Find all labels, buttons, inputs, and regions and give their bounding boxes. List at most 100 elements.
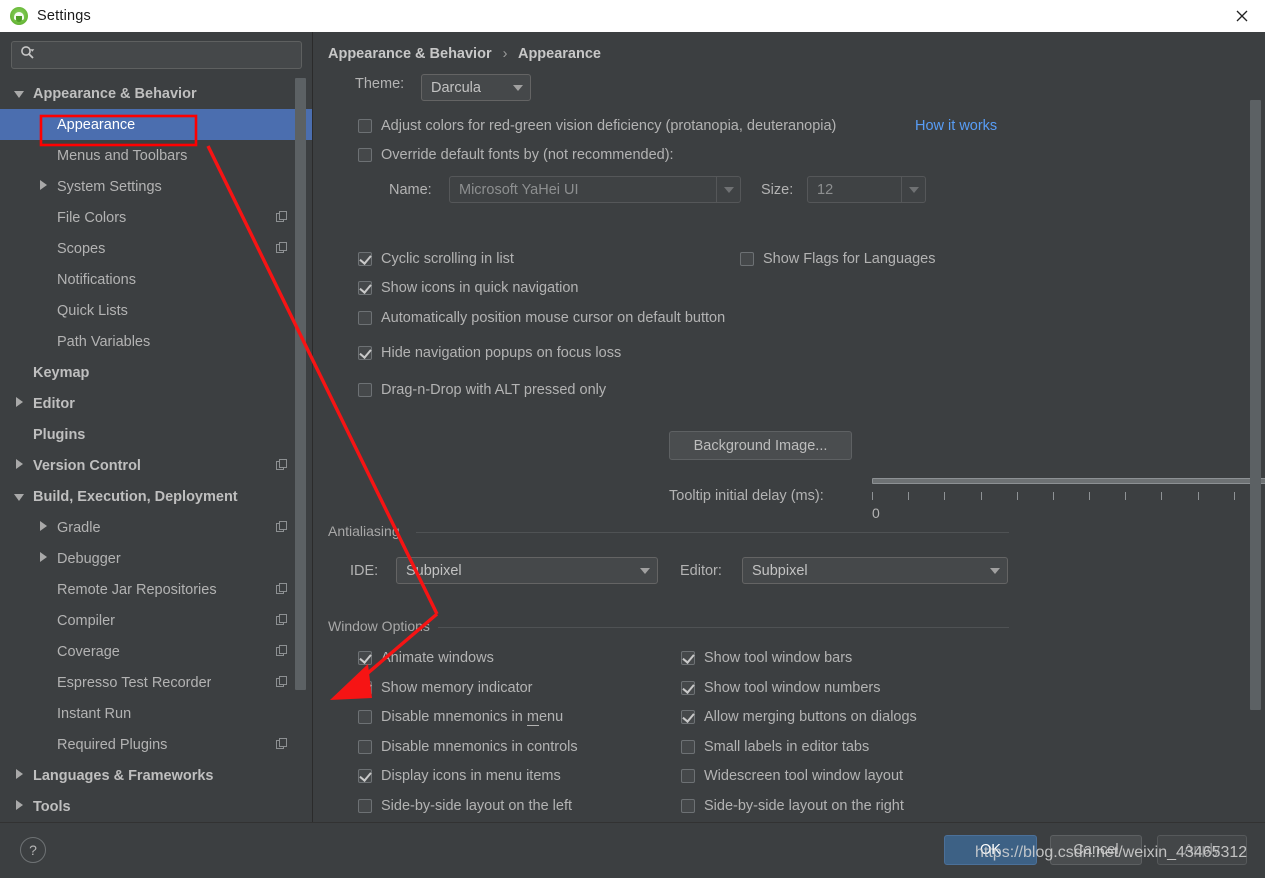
close-icon[interactable] [1219, 0, 1265, 32]
breadcrumb-parent[interactable]: Appearance & Behavior [328, 46, 492, 62]
checkbox-label: Show tool window numbers [704, 680, 881, 696]
sidebar-item-label: Path Variables [57, 333, 151, 350]
checkbox-label: Side-by-side layout on the right [704, 798, 904, 814]
checkbox-show-icons-in-quick-navigation[interactable]: Show icons in quick navigation [358, 280, 578, 296]
sidebar-item-build-execution-deployment[interactable]: Build, Execution, Deployment [0, 481, 312, 512]
sidebar-item-coverage[interactable]: Coverage [0, 636, 312, 667]
copy-settings-icon[interactable] [276, 614, 288, 626]
settings-tree[interactable]: Appearance & Behavior Appearance Menus and… [0, 78, 312, 822]
search-box[interactable] [11, 41, 302, 69]
font-size-select[interactable]: 12 [807, 176, 926, 203]
sidebar-item-label: Menus and Toolbars [57, 147, 188, 164]
antialiasing-title: Antialiasing [328, 523, 407, 539]
checkbox-disable-mnemonics-in-menu[interactable]: Disable mnemonics in menu [358, 709, 563, 726]
copy-settings-icon[interactable] [276, 738, 288, 750]
checkbox-automatically-position-mouse-cursor-on-default-button[interactable]: Automatically position mouse cursor on d… [358, 310, 725, 326]
background-image-button[interactable]: Background Image... [669, 431, 852, 460]
sidebar-item-version-control[interactable]: Version Control [0, 450, 312, 481]
checkbox-drag-n-drop-with-alt-pressed-only[interactable]: Drag-n-Drop with ALT pressed only [358, 382, 606, 398]
copy-settings-icon[interactable] [276, 242, 288, 254]
font-name-select[interactable]: Microsoft YaHei UI [449, 176, 741, 203]
checkbox-adjust-colors[interactable]: Adjust colors for red-green vision defic… [358, 118, 836, 134]
chevron-right-icon[interactable] [13, 799, 27, 814]
search-input[interactable] [42, 42, 293, 68]
font-size-row: Size: [761, 182, 793, 198]
sidebar-item-notifications[interactable]: Notifications [0, 264, 312, 295]
copy-settings-icon[interactable] [276, 583, 288, 595]
checkbox-show-tool-window-bars[interactable]: Show tool window bars [681, 650, 852, 666]
sidebar-item-quick-lists[interactable]: Quick Lists [0, 295, 312, 326]
help-button[interactable]: ? [20, 837, 46, 863]
copy-settings-icon[interactable] [276, 459, 288, 471]
group-divider [416, 532, 1009, 533]
chevron-right-icon[interactable] [37, 551, 51, 566]
checkbox-side-by-side-layout-on-the-left[interactable]: Side-by-side layout on the left [358, 798, 572, 814]
chevron-right-icon[interactable] [37, 520, 51, 535]
checkbox-box [358, 383, 372, 397]
how-it-works-link[interactable]: How it works [915, 118, 997, 134]
copy-settings-icon[interactable] [276, 676, 288, 688]
sidebar-item-keymap[interactable]: Keymap [0, 357, 312, 388]
sidebar-item-required-plugins[interactable]: Required Plugins [0, 729, 312, 760]
slider-track[interactable] [872, 478, 1265, 484]
checkbox-hide-navigation-popups-on-focus-loss[interactable]: Hide navigation popups on focus loss [358, 345, 621, 361]
antialiasing-group: Antialiasing [328, 523, 1009, 539]
sidebar-item-espresso-test-recorder[interactable]: Espresso Test Recorder [0, 667, 312, 698]
checkbox-small-labels-in-editor-tabs[interactable]: Small labels in editor tabs [681, 739, 869, 755]
checkbox-override-fonts[interactable]: Override default fonts by (not recommend… [358, 147, 674, 163]
sidebar-item-file-colors[interactable]: File Colors [0, 202, 312, 233]
chevron-down-icon[interactable] [13, 490, 27, 504]
checkbox-allow-merging-buttons-on-dialogs[interactable]: Allow merging buttons on dialogs [681, 709, 917, 725]
ide-antialiasing-select[interactable]: Subpixel [396, 557, 658, 584]
chevron-right-icon[interactable] [13, 396, 27, 411]
sidebar-item-gradle[interactable]: Gradle [0, 512, 312, 543]
checkbox-cyclic-scrolling-in-list[interactable]: Cyclic scrolling in list [358, 251, 514, 267]
sidebar-item-instant-run[interactable]: Instant Run [0, 698, 312, 729]
sidebar-item-editor[interactable]: Editor [0, 388, 312, 419]
group-divider [438, 627, 1009, 628]
sidebar-item-path-variables[interactable]: Path Variables [0, 326, 312, 357]
checkbox-show-memory-indicator[interactable]: Show memory indicator [358, 680, 533, 696]
sidebar-item-system-settings[interactable]: System Settings [0, 171, 312, 202]
checkbox-box [358, 119, 372, 133]
chevron-down-icon[interactable] [13, 87, 27, 101]
checkbox-show-flags[interactable]: Show Flags for Languages [740, 251, 936, 267]
chevron-right-icon[interactable] [13, 768, 27, 783]
sidebar-item-menus-and-toolbars[interactable]: Menus and Toolbars [0, 140, 312, 171]
editor-antialiasing-select[interactable]: Subpixel [742, 557, 1008, 584]
theme-select[interactable]: Darcula [421, 74, 531, 101]
sidebar-item-label: Editor [33, 395, 75, 412]
copy-settings-icon[interactable] [276, 645, 288, 657]
sidebar-item-plugins[interactable]: Plugins [0, 419, 312, 450]
sidebar-scrollbar-thumb[interactable] [295, 78, 306, 690]
checkbox-display-icons-in-menu-items[interactable]: Display icons in menu items [358, 768, 561, 784]
font-name-label: Name: [389, 182, 432, 198]
checkbox-side-by-side-layout-on-the-right[interactable]: Side-by-side layout on the right [681, 798, 904, 814]
sidebar-item-languages-frameworks[interactable]: Languages & Frameworks [0, 760, 312, 791]
sidebar-item-appearance-behavior[interactable]: Appearance & Behavior [0, 78, 312, 109]
tooltip-delay-slider[interactable]: 0 1200 [872, 472, 1265, 521]
checkbox-box [358, 148, 372, 162]
copy-settings-icon[interactable] [276, 211, 288, 223]
copy-settings-icon[interactable] [276, 521, 288, 533]
slider-min-label: 0 [872, 505, 880, 521]
sidebar-item-remote-jar-repositories[interactable]: Remote Jar Repositories [0, 574, 312, 605]
sidebar-item-scopes[interactable]: Scopes [0, 233, 312, 264]
sidebar-item-appearance[interactable]: Appearance [0, 109, 312, 140]
checkbox-animate-windows[interactable]: Animate windows [358, 650, 494, 666]
chevron-right-icon[interactable] [13, 458, 27, 473]
main-scrollbar-thumb[interactable] [1250, 100, 1261, 710]
checkbox-disable-mnemonics-in-controls[interactable]: Disable mnemonics in controls [358, 739, 578, 755]
chevron-right-icon[interactable] [37, 179, 51, 194]
sidebar-item-compiler[interactable]: Compiler [0, 605, 312, 636]
checkbox-widescreen-tool-window-layout[interactable]: Widescreen tool window layout [681, 768, 903, 784]
checkbox-label: Show tool window bars [704, 650, 853, 666]
checkbox-show-tool-window-numbers[interactable]: Show tool window numbers [681, 680, 881, 696]
checkbox-box [681, 681, 695, 695]
checkbox-box [358, 252, 372, 266]
sidebar-item-tools[interactable]: Tools [0, 791, 312, 822]
sidebar-item-label: Languages & Frameworks [33, 767, 214, 784]
sidebar-item-debugger[interactable]: Debugger [0, 543, 312, 574]
